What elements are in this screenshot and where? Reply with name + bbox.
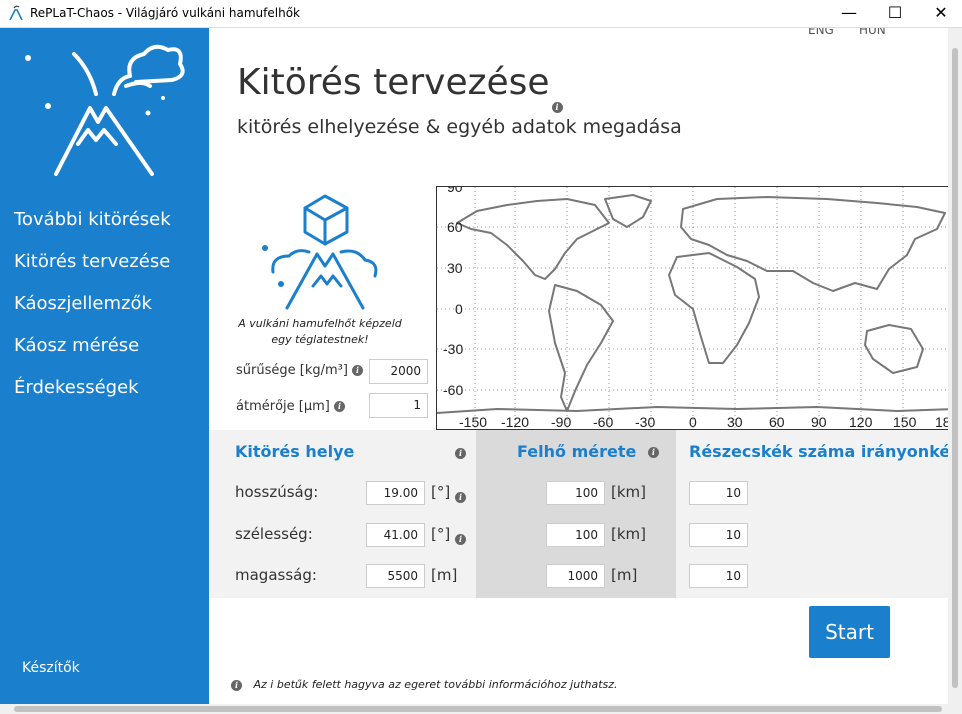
sidebar-item-kaosz-merese[interactable]: Káosz mérése [14, 335, 139, 356]
page-subtitle: kitörés elhelyezése & egyéb adatok megad… [237, 116, 682, 138]
info-footnote: i Az i betűk felett hagyva az egeret tov… [231, 678, 618, 691]
map-xtick: 0 [689, 414, 697, 430]
cloud-length-input[interactable]: 100 [546, 523, 605, 547]
map-xtick: 30 [727, 414, 743, 430]
density-input[interactable]: 2000 [369, 359, 428, 384]
particles-x-input[interactable]: 10 [689, 481, 748, 505]
latitude-label: szélesség: [235, 525, 313, 543]
sidebar-item-erdekessegek[interactable]: Érdekességek [14, 377, 139, 398]
map-xtick: 60 [769, 414, 785, 430]
info-icon[interactable]: i [455, 448, 466, 459]
particles-heading: Részecskék száma irányonként [689, 442, 948, 461]
info-icon: i [231, 679, 242, 691]
info-icon[interactable]: i [455, 492, 466, 503]
latitude-unit: [°] [431, 525, 451, 543]
page-title: Kitörés tervezései [237, 62, 563, 113]
lang-eng-button[interactable]: ENG [808, 28, 834, 37]
cloud-height-input[interactable]: 1000 [546, 564, 605, 588]
title-bar: RePLaT-Chaos - Világjáró vulkáni hamufel… [0, 0, 962, 28]
info-icon[interactable]: i [333, 401, 345, 412]
map-xtick: -120 [501, 414, 529, 430]
sidebar-item-kaoszjellemzok[interactable]: Káoszjellemzők [14, 293, 152, 314]
map-xtick: 150 [893, 414, 917, 430]
cloud-length-unit: [km] [611, 525, 647, 543]
close-button[interactable]: ✕ [918, 0, 962, 28]
info-icon[interactable]: i [647, 447, 659, 458]
map-xtick: 180 [935, 414, 948, 430]
map-xtick: -150 [459, 414, 487, 430]
map-xtick: 120 [849, 414, 873, 430]
longitude-input[interactable]: 19.00 [366, 481, 425, 505]
map-ytick: 60 [447, 219, 463, 235]
maximize-button[interactable]: ☐ [872, 0, 918, 28]
density-label: sűrűsége [kg/m³] i [236, 363, 364, 378]
diameter-input[interactable]: 1 [369, 393, 428, 418]
cube-caption: A vulkáni hamufelhőt képzeld egy téglate… [238, 317, 402, 346]
window-title: RePLaT-Chaos - Világjáró vulkáni hamufel… [30, 6, 300, 20]
credits-link[interactable]: Készítők [22, 660, 80, 676]
map-xtick: 90 [811, 414, 827, 430]
map-xtick: -90 [551, 414, 571, 430]
map-ytick: 90 [447, 187, 463, 195]
eruption-parameters-panel: Kitörés helye i Felhő mérete i Részecské… [209, 430, 948, 598]
altitude-input[interactable]: 5500 [366, 564, 425, 588]
map-ytick: 0 [455, 301, 463, 317]
info-icon[interactable]: i [551, 102, 563, 113]
location-heading: Kitörés helye [235, 442, 355, 461]
sidebar-item-kitores-tervezese[interactable]: Kitörés tervezése [14, 251, 170, 272]
minimize-button[interactable]: — [826, 0, 872, 28]
cloud-height-unit: [m] [611, 566, 638, 584]
horizontal-scroll-thumb[interactable] [14, 706, 942, 712]
particles-y-input[interactable]: 10 [689, 523, 748, 547]
vertical-scroll-thumb[interactable] [952, 48, 958, 688]
main-panel: ENG HUN Kitörés tervezései kitörés elhel… [209, 28, 948, 704]
lang-hun-button[interactable]: HUN [859, 28, 886, 37]
altitude-label: magasság: [235, 566, 317, 584]
altitude-unit: [m] [431, 566, 458, 584]
longitude-unit: [°] [431, 483, 451, 501]
volcano-app-icon [9, 5, 23, 21]
sidebar-item-tovabbi-kitoresek[interactable]: További kitörések [14, 209, 171, 230]
particles-z-input[interactable]: 10 [689, 564, 748, 588]
cloud-width-unit: [km] [611, 483, 647, 501]
cloud-width-input[interactable]: 100 [546, 481, 605, 505]
vertical-scrollbar[interactable] [948, 28, 962, 704]
start-button[interactable]: Start [809, 606, 890, 658]
info-icon[interactable]: i [352, 365, 364, 376]
diameter-label: átmérője [μm] i [236, 399, 345, 414]
cloud-size-heading: Felhő mérete i [517, 442, 659, 461]
map-ytick: 30 [447, 260, 463, 276]
horizontal-scrollbar[interactable] [0, 704, 962, 714]
cloud-cube-icon [262, 194, 378, 310]
world-map-canvas[interactable]: 90 60 30 0 -30 -60 -150 -120 -90 -60 -30… [437, 187, 948, 430]
map-ytick: -60 [443, 382, 463, 398]
map-xtick: -30 [635, 414, 655, 430]
map-xtick: -60 [593, 414, 613, 430]
longitude-label: hosszúság: [235, 483, 319, 501]
latitude-input[interactable]: 41.00 [366, 523, 425, 547]
sidebar: További kitörések Kitörés tervezése Káos… [0, 28, 209, 704]
map-ytick: -30 [443, 341, 463, 357]
volcano-logo-icon [25, 44, 185, 176]
info-icon[interactable]: i [455, 534, 466, 545]
world-map[interactable]: 90 60 30 0 -30 -60 -150 -120 -90 -60 -30… [436, 186, 948, 430]
